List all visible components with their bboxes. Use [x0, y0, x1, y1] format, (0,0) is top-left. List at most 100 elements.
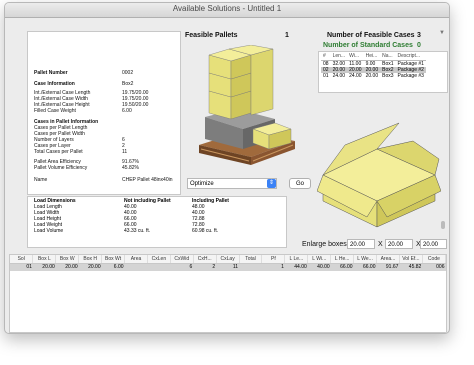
- info-row: Name CHEP Pallet 48inx40in: [34, 177, 173, 183]
- available-solutions-window: Available Solutions - Untitled 1 Pallet …: [4, 2, 450, 334]
- feasible-pallets-count: 1: [285, 32, 289, 39]
- info-label: Filled Case Weight: [34, 108, 76, 114]
- info-value: 45.82%: [122, 165, 139, 171]
- info-value: 6.00: [122, 108, 132, 114]
- load-dimensions-table: Load Dimensions Not including Pallet Inc…: [32, 198, 231, 234]
- grid-column-header[interactable]: Sol: [10, 255, 34, 264]
- grid-column-header[interactable]: Code: [422, 255, 447, 264]
- grid-column-header[interactable]: Box Wt: [101, 255, 126, 264]
- info-value: 0002: [122, 70, 134, 76]
- case-3d-view: [317, 122, 441, 228]
- info-row: Total Cases per Pallet 11: [34, 149, 127, 155]
- load-cell: 60.98 cu. ft.: [192, 228, 219, 234]
- standard-cases-count: 0: [417, 42, 421, 49]
- cases-table: # Len... Wi... Hei... Na... Descript... 08 32.…: [321, 52, 426, 79]
- grid-column-header[interactable]: Area: [124, 255, 148, 264]
- grid-column-header[interactable]: CxLay: [216, 255, 240, 264]
- info-row: Filled Case Weight 6.00: [34, 108, 132, 114]
- dropdown-triangle-icon[interactable]: ▼: [439, 30, 445, 36]
- grid-cell: 1: [261, 263, 285, 271]
- grid-column-header[interactable]: CxLen: [147, 255, 171, 264]
- chevron-down-icon: ⇕: [267, 179, 276, 188]
- cases-cell: 20.00: [365, 73, 379, 79]
- info-label: Case Information: [34, 81, 75, 87]
- enlarge-sep-1: X: [378, 241, 383, 248]
- cases-column-header[interactable]: Descript...: [395, 52, 426, 61]
- cases-table-panel: # Len... Wi... Hei... Na... Descript... 08 32.…: [318, 51, 448, 93]
- info-list: Pallet Number 0002 Case Information Box2 Int…: [34, 32, 178, 192]
- standard-cases-label: Number of Standard Cases: [323, 42, 413, 49]
- grid-column-header[interactable]: Area...: [376, 255, 400, 264]
- cases-column-header[interactable]: Len...: [330, 52, 348, 61]
- info-value: 11: [122, 149, 128, 155]
- grid-cell: 91.67: [376, 263, 400, 271]
- grid-cell: 20.00: [32, 263, 56, 271]
- solutions-grid-panel: Sol Box L Box W Box H Box Wt Area CxLen CxWid Cx…: [9, 254, 447, 333]
- cases-column-header[interactable]: Na...: [380, 52, 396, 61]
- load-row: Load Volume 43.33 cu. ft. 60.98 cu. ft.: [32, 228, 231, 234]
- feasible-cases-count: 3: [417, 32, 421, 39]
- grid-column-header[interactable]: L Le...: [284, 255, 309, 264]
- grid-cell: 45.82: [399, 263, 423, 271]
- case-view-scrollbar[interactable]: [441, 221, 445, 229]
- grid-column-header[interactable]: CxH...: [193, 255, 217, 264]
- enlarge-height-input[interactable]: 20.00: [420, 239, 447, 249]
- grid-cell: 2: [193, 263, 217, 271]
- enlarge-width-input[interactable]: 20.00: [385, 239, 413, 249]
- cases-column-header[interactable]: Wi...: [347, 52, 364, 61]
- cases-row[interactable]: 01 24.00 24.00 20.00 Box3 Package #3: [321, 73, 426, 79]
- grid-row[interactable]: 01 20.00 20.00 20.00 6.00 6 2 11 1 44.00 40.00 66.0…: [10, 263, 446, 271]
- cases-cell: 01: [323, 73, 329, 79]
- load-cell: Load Volume: [34, 228, 64, 234]
- grid-cell: [239, 263, 262, 271]
- info-row: Pallet Volume Efficiency 45.82%: [34, 165, 139, 171]
- grid-column-header[interactable]: Box H: [78, 255, 103, 264]
- solutions-grid: Sol Box L Box W Box H Box Wt Area CxLen CxWid Cx…: [10, 255, 447, 271]
- cases-cell: 24.00: [332, 73, 346, 79]
- load-dimensions-panel: Load Dimensions Not including Pallet Inc…: [27, 196, 287, 248]
- cases-column-header[interactable]: Hei...: [363, 52, 381, 61]
- enlarge-length-input[interactable]: 20.00: [347, 239, 375, 249]
- grid-cell: 20.00: [78, 263, 102, 271]
- grid-column-header[interactable]: L He...: [330, 255, 355, 264]
- grid-column-header[interactable]: L Wi...: [307, 255, 332, 264]
- optimize-select[interactable]: Optimize ⇕: [187, 178, 277, 189]
- window-title: Available Solutions - Untitled 1: [172, 4, 282, 13]
- grid-column-header[interactable]: Vol Ef...: [399, 255, 423, 264]
- load-cell: 43.33 cu. ft.: [124, 228, 151, 234]
- enlarge-boxes-label: Enlarge boxes: [302, 241, 347, 248]
- feasible-cases-label: Number of Feasible Cases: [327, 32, 415, 39]
- feasible-pallets-label: Feasible Pallets: [185, 32, 238, 39]
- grid-column-header[interactable]: Total: [239, 255, 263, 264]
- grid-cell: 006: [422, 263, 446, 271]
- grid-column-header[interactable]: Pf: [261, 255, 286, 264]
- info-label: Name: [34, 177, 48, 183]
- grid-column-header[interactable]: CxWid: [170, 255, 194, 264]
- cases-column-header[interactable]: #: [321, 52, 331, 61]
- title-bar: Available Solutions - Untitled 1: [5, 3, 449, 18]
- grid-cell: 44.00: [284, 263, 308, 271]
- info-label: Total Cases per Pallet: [34, 149, 83, 155]
- pallet-info-panel: Pallet Number 0002 Case Information Box2 Int…: [27, 31, 181, 195]
- grid-cell: 66.00: [330, 263, 354, 271]
- cases-cell: 24.00: [349, 73, 362, 79]
- info-row: Case Information Box2: [34, 81, 133, 87]
- grid-cell: 20.00: [55, 263, 79, 271]
- info-row: Pallet Number 0002: [34, 70, 133, 76]
- grid-column-header[interactable]: Box W: [55, 255, 80, 264]
- go-button[interactable]: Go: [289, 178, 311, 189]
- optimize-value: Optimize: [190, 181, 214, 187]
- grid-cell: 66.00: [353, 263, 377, 271]
- grid-column-header[interactable]: L We...: [353, 255, 377, 264]
- cases-cell: Package #3: [397, 73, 424, 79]
- grid-cell: 40.00: [307, 263, 331, 271]
- grid-cell: 6.00: [101, 263, 125, 271]
- cases-cell: Box3: [382, 73, 394, 79]
- pallet-3d-view: [199, 45, 295, 165]
- grid-cell: 01: [10, 263, 33, 271]
- grid-cell: 11: [216, 263, 240, 271]
- info-value: CHEP Pallet 48inx40in: [122, 177, 173, 183]
- grid-column-header[interactable]: Box L: [32, 255, 57, 264]
- info-label: Pallet Volume Efficiency: [34, 165, 88, 171]
- grid-cell: [147, 263, 171, 271]
